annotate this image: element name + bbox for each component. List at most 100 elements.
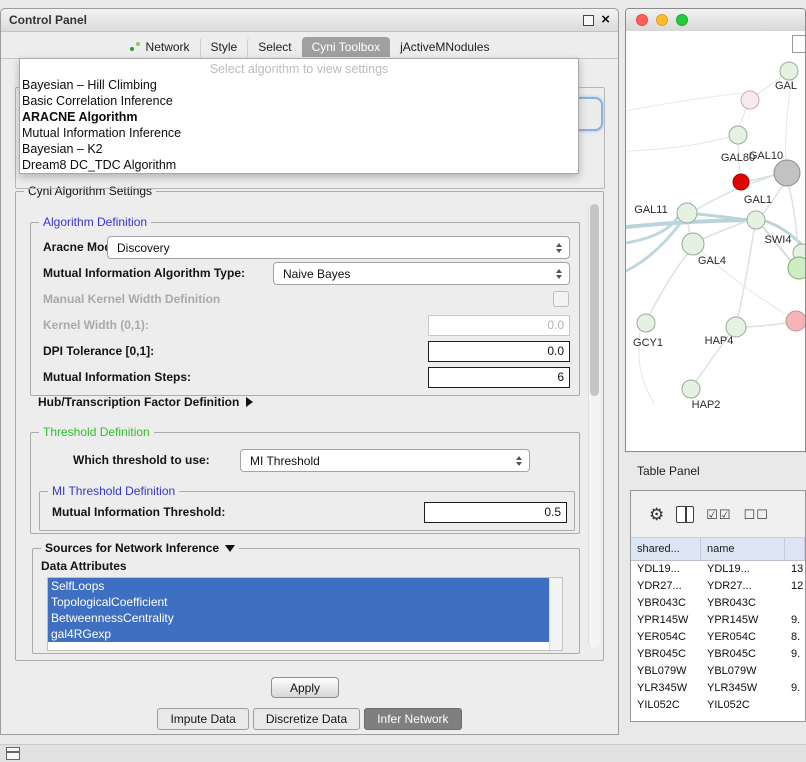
column-header[interactable]	[785, 538, 805, 560]
mi-threshold-label: Mutual Information Threshold:	[52, 505, 225, 519]
aracne-mode-value: Discovery	[117, 241, 170, 255]
popup-item-bayesian-hill-climbing[interactable]: Bayesian – Hill Climbing	[20, 77, 578, 93]
bottom-tab-impute-data[interactable]: Impute Data	[157, 708, 248, 730]
network-overview-toggle[interactable]	[792, 35, 806, 53]
threshold-definition-group: Threshold Definition Which threshold to …	[30, 432, 580, 534]
table-row[interactable]: YBL079WYBL079W	[631, 663, 805, 680]
network-node-gal4[interactable]	[682, 233, 704, 255]
popup-item-dream8-dc-tdc-algorithm[interactable]: Dream8 DC_TDC Algorithm	[20, 157, 578, 173]
table-row[interactable]: YDL19...YDL19...13	[631, 561, 805, 578]
network-node-gal[interactable]	[780, 62, 798, 80]
table-cell: YBL079W	[701, 663, 785, 680]
network-edge[interactable]	[626, 137, 729, 151]
network-node[interactable]	[741, 91, 759, 109]
network-edge[interactable]	[739, 107, 747, 126]
table-cell: YBR045C	[631, 646, 701, 663]
attribute-list-item[interactable]: gal4RGexp	[48, 626, 549, 642]
manual-kernel-label: Manual Kernel Width Definition	[43, 292, 220, 306]
float-window-icon[interactable]	[583, 15, 594, 26]
apply-button[interactable]: Apply	[271, 677, 339, 698]
hub-expander-label: Hub/Transcription Factor Definition	[38, 395, 239, 409]
which-threshold-select[interactable]: MI Threshold	[240, 449, 530, 472]
mi-threshold-field[interactable]: 0.5	[424, 502, 567, 523]
unchecked-boxes-icon[interactable]: ☐☐	[744, 508, 769, 521]
network-node-label: GAL4	[698, 255, 726, 267]
popup-item-bayesian-k2[interactable]: Bayesian – K2	[20, 141, 578, 157]
zoom-traffic-light-icon[interactable]	[676, 14, 688, 26]
tab-cyni-toolbox[interactable]: Cyni Toolbox	[302, 37, 390, 57]
popup-item-basic-correlation-inference[interactable]: Basic Correlation Inference	[20, 93, 578, 109]
attributes-scrollbar[interactable]	[549, 578, 562, 650]
attribute-list-item[interactable]: BetweennessCentrality	[48, 610, 549, 626]
network-graph[interactable]: GALGAL80GAL10GAL11GAL1SWI4GAL4GCY1HAP4HA…	[626, 31, 805, 451]
column-header[interactable]: shared...	[631, 538, 701, 560]
tab-jactivemnodules[interactable]: jActiveMNodules	[390, 37, 499, 57]
gear-icon[interactable]: ⚙	[649, 506, 664, 523]
chevron-down-icon	[225, 545, 235, 552]
tab-style[interactable]: Style	[200, 37, 248, 57]
network-node-label: HAP4	[705, 335, 734, 347]
sources-expander[interactable]: Sources for Network Inference	[41, 541, 239, 555]
network-edge[interactable]	[786, 80, 792, 160]
which-threshold-label: Which threshold to use:	[73, 453, 210, 467]
table-cell: YBR045C	[701, 646, 785, 663]
table-cell: 12	[785, 578, 805, 595]
mi-steps-field[interactable]: 6	[428, 367, 570, 388]
column-header[interactable]: name	[701, 538, 785, 560]
network-edge[interactable]	[746, 323, 786, 327]
table-cell: 9.	[785, 612, 805, 629]
tab-network[interactable]: Network	[120, 37, 200, 57]
minimize-traffic-light-icon[interactable]	[656, 14, 668, 26]
control-panel-titlebar[interactable]: Control Panel ×	[1, 9, 618, 32]
network-node-gal1[interactable]	[747, 211, 765, 229]
aracne-mode-select[interactable]: Discovery	[107, 236, 570, 259]
table-cell: 8.	[785, 629, 805, 646]
mi-algorithm-type-select[interactable]: Naive Bayes	[273, 262, 570, 285]
table-row[interactable]: YBR043CYBR043C	[631, 595, 805, 612]
network-node-gal10[interactable]	[774, 160, 800, 186]
bottom-tab-infer-network[interactable]: Infer Network	[364, 708, 461, 730]
network-node[interactable]	[786, 311, 805, 331]
close-icon[interactable]: ×	[601, 15, 610, 25]
hub-expander[interactable]: Hub/Transcription Factor Definition	[38, 395, 253, 409]
table-row[interactable]: YIL052CYIL052C	[631, 697, 805, 714]
checked-boxes-icon[interactable]: ☑☑	[706, 508, 731, 521]
network-node[interactable]	[788, 257, 805, 279]
network-node-gcy1[interactable]	[637, 314, 655, 332]
network-edge[interactable]	[626, 221, 682, 271]
network-canvas[interactable]: GALGAL80GAL10GAL11GAL1SWI4GAL4GCY1HAP4HA…	[626, 31, 805, 451]
attribute-list-item[interactable]: SelfLoops	[48, 578, 549, 594]
table-row[interactable]: YDR27...YDR27...12	[631, 578, 805, 595]
settings-scrollbar[interactable]	[588, 204, 600, 648]
attribute-list-item[interactable]: TopologicalCoefficient	[48, 594, 549, 610]
table-row[interactable]: YLR345WYLR345W9.	[631, 680, 805, 697]
table-row[interactable]: YER054CYER054C8.	[631, 629, 805, 646]
network-node[interactable]	[733, 174, 749, 190]
network-node-hap4[interactable]	[726, 317, 746, 337]
network-window-titlebar[interactable]	[626, 9, 805, 32]
columns-icon[interactable]	[676, 506, 694, 523]
network-edge[interactable]	[626, 217, 678, 243]
tab-label: Style	[211, 40, 238, 54]
network-edge[interactable]	[650, 254, 687, 314]
network-edge[interactable]	[738, 229, 754, 317]
network-edge[interactable]	[702, 221, 747, 239]
combo-stepper-icon	[516, 456, 522, 466]
popup-item-mutual-information-inference[interactable]: Mutual Information Inference	[20, 125, 578, 141]
network-edge[interactable]	[688, 223, 690, 234]
scrollbar-thumb[interactable]	[590, 204, 599, 396]
dpi-tolerance-field[interactable]: 0.0	[428, 341, 570, 362]
table-toolbar: ⚙ ☑☑ ☐☐	[631, 491, 805, 538]
table-row[interactable]: YBR045CYBR045C9.	[631, 646, 805, 663]
popup-item-aracne-algorithm[interactable]: ARACNE Algorithm	[20, 109, 578, 125]
sources-expander-label: Sources for Network Inference	[45, 541, 219, 555]
bottom-tab-discretize-data[interactable]: Discretize Data	[253, 708, 360, 730]
close-traffic-light-icon[interactable]	[636, 14, 648, 26]
network-node-hap2[interactable]	[682, 380, 700, 398]
network-edge[interactable]	[626, 93, 742, 111]
network-node-gal80[interactable]	[729, 126, 747, 144]
network-node-gal11[interactable]	[677, 203, 697, 223]
table-row[interactable]: YPR145WYPR145W9.	[631, 612, 805, 629]
mini-panel-icon[interactable]	[6, 747, 20, 760]
tab-select[interactable]: Select	[247, 37, 301, 57]
